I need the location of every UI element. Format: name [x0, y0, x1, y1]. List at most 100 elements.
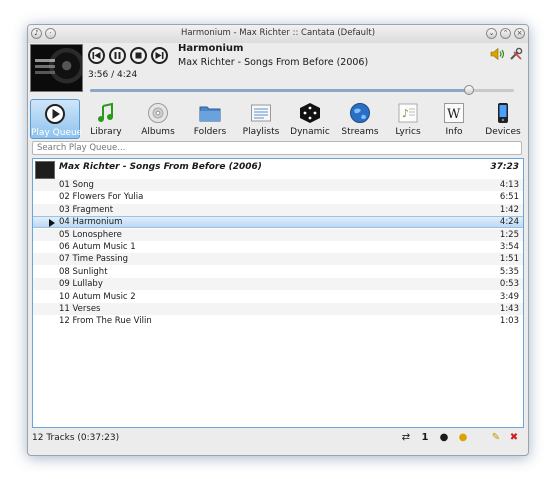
seek-progress	[90, 89, 470, 92]
single-toggle[interactable]: 1	[419, 432, 431, 444]
queue-row[interactable]: 05 Lonosphere 1:25	[33, 228, 523, 241]
device-icon	[492, 102, 514, 124]
album-cover	[30, 44, 83, 92]
folder-icon	[199, 102, 221, 124]
album-header-duration: 37:23	[490, 162, 519, 172]
volume-icon[interactable]	[490, 47, 506, 61]
track-duration: 5:35	[499, 266, 519, 277]
seek-slider[interactable]	[90, 85, 514, 95]
consume-icon[interactable]: ●	[457, 432, 469, 444]
previous-button[interactable]	[88, 47, 105, 64]
tab-library[interactable]: Library	[81, 99, 131, 139]
tab-playlists[interactable]: Playlists	[236, 99, 286, 139]
tab-lyrics[interactable]: ♪ Lyrics	[383, 99, 433, 139]
queue-row[interactable]: 07 Time Passing 1:51	[33, 253, 523, 266]
next-icon	[155, 52, 164, 59]
tab-label: Lyrics	[395, 127, 421, 137]
track-name: 08 Sunlight	[59, 266, 108, 277]
track-count-status: 12 Tracks (0:37:23)	[32, 433, 120, 443]
svg-text:W: W	[447, 107, 461, 122]
tab-albums[interactable]: Albums	[133, 99, 183, 139]
playlist-icon	[250, 102, 272, 124]
tab-label: Play Queue	[31, 128, 83, 138]
track-name: 03 Fragment	[59, 204, 114, 215]
queue-row[interactable]: 09 Lullaby 0:53	[33, 278, 523, 291]
maximize-button[interactable]: ⌃	[500, 28, 511, 39]
repeat-icon[interactable]: ⇄	[400, 432, 412, 444]
track-name: 12 From The Rue Vilin	[59, 316, 152, 327]
track-name: 10 Autum Music 2	[59, 291, 136, 302]
queue-row[interactable]: 04 Harmonium 4:24	[33, 216, 523, 229]
stop-icon	[135, 52, 142, 59]
title-bar: ♪ · Harmonium - Max Richter :: Cantata (…	[28, 25, 528, 43]
clear-playlist-icon[interactable]: ✖	[508, 432, 520, 444]
tab-label: Info	[445, 127, 463, 137]
music-note-icon	[95, 102, 117, 124]
play-queue-list[interactable]: Max Richter - Songs From Before (2006) 3…	[32, 158, 524, 428]
minimize-button[interactable]: ⌄	[486, 28, 497, 39]
queue-row[interactable]: 10 Autum Music 2 3:49	[33, 291, 523, 303]
tab-label: Streams	[341, 127, 379, 137]
svg-text:♪: ♪	[402, 107, 409, 120]
tab-info[interactable]: W Info	[429, 99, 479, 139]
pause-button[interactable]	[109, 47, 126, 64]
next-button[interactable]	[151, 47, 168, 64]
search-play-queue-input[interactable]	[32, 141, 522, 155]
track-duration: 3:49	[499, 291, 519, 302]
queue-row[interactable]: 06 Autum Music 1 3:54	[33, 241, 523, 253]
now-playing-icon	[49, 219, 55, 228]
queue-row[interactable]: 03 Fragment 1:42	[33, 203, 523, 216]
track-duration: 1:03	[499, 316, 519, 327]
wikipedia-icon: W	[443, 102, 465, 124]
play-queue-icon	[44, 103, 66, 125]
track-name: 02 Flowers For Yulia	[59, 192, 144, 203]
close-button[interactable]: ×	[514, 28, 525, 39]
queue-row[interactable]: 08 Sunlight 5:35	[33, 266, 523, 278]
queue-row[interactable]: 12 From The Rue Vilin 1:03	[33, 315, 523, 327]
queue-row[interactable]: 01 Song 4:13	[33, 179, 523, 191]
track-duration: 4:24	[499, 217, 519, 228]
track-name: 01 Song	[59, 180, 94, 190]
track-name: 07 Time Passing	[59, 254, 128, 265]
tab-play-queue[interactable]: Play Queue	[30, 99, 83, 139]
seek-handle[interactable]	[464, 85, 475, 95]
track-duration: 1:25	[499, 229, 519, 240]
previous-icon	[92, 52, 101, 59]
track-title: Harmonium	[178, 43, 244, 54]
track-name: 11 Verses	[59, 304, 101, 314]
album-header-row[interactable]: Max Richter - Songs From Before (2006) 3…	[33, 159, 523, 179]
track-duration: 1:51	[499, 254, 519, 265]
tab-folders[interactable]: Folders	[185, 99, 235, 139]
queue-row[interactable]: 02 Flowers For Yulia 6:51	[33, 191, 523, 203]
track-duration: 1:42	[499, 204, 519, 215]
track-duration: 1:43	[499, 304, 519, 314]
tab-devices[interactable]: Devices	[478, 99, 528, 139]
track-duration: 3:54	[499, 242, 519, 252]
track-name: 06 Autum Music 1	[59, 242, 136, 252]
track-name: 05 Lonosphere	[59, 229, 122, 240]
album-thumbnail	[35, 161, 55, 179]
globe-icon	[349, 102, 371, 124]
window-title: Harmonium - Max Richter :: Cantata (Defa…	[180, 28, 376, 38]
queue-row[interactable]: 11 Verses 1:43	[33, 303, 523, 315]
tools-icon[interactable]	[509, 47, 523, 61]
tab-label: Playlists	[242, 127, 280, 137]
disc-icon	[147, 102, 169, 124]
time-readout: 3:56 / 4:24	[88, 70, 138, 80]
track-duration: 4:13	[499, 180, 519, 190]
track-artist-album: Max Richter - Songs From Before (2006)	[178, 57, 369, 68]
random-dice-icon[interactable]: ●	[438, 432, 450, 444]
track-duration: 6:51	[499, 192, 519, 203]
tab-label: Library	[90, 127, 122, 137]
pause-icon	[114, 52, 121, 59]
lyrics-icon: ♪	[397, 102, 419, 124]
stop-button[interactable]	[130, 47, 147, 64]
tab-label: Dynamic	[290, 127, 330, 137]
tab-label: Folders	[193, 127, 227, 137]
tab-label: Devices	[485, 127, 521, 137]
tab-dynamic[interactable]: Dynamic	[285, 99, 335, 139]
crop-playlist-icon[interactable]: ✎	[490, 432, 502, 444]
main-window: ♪ · Harmonium - Max Richter :: Cantata (…	[27, 24, 529, 456]
track-duration: 0:53	[499, 279, 519, 290]
tab-streams[interactable]: Streams	[335, 99, 385, 139]
